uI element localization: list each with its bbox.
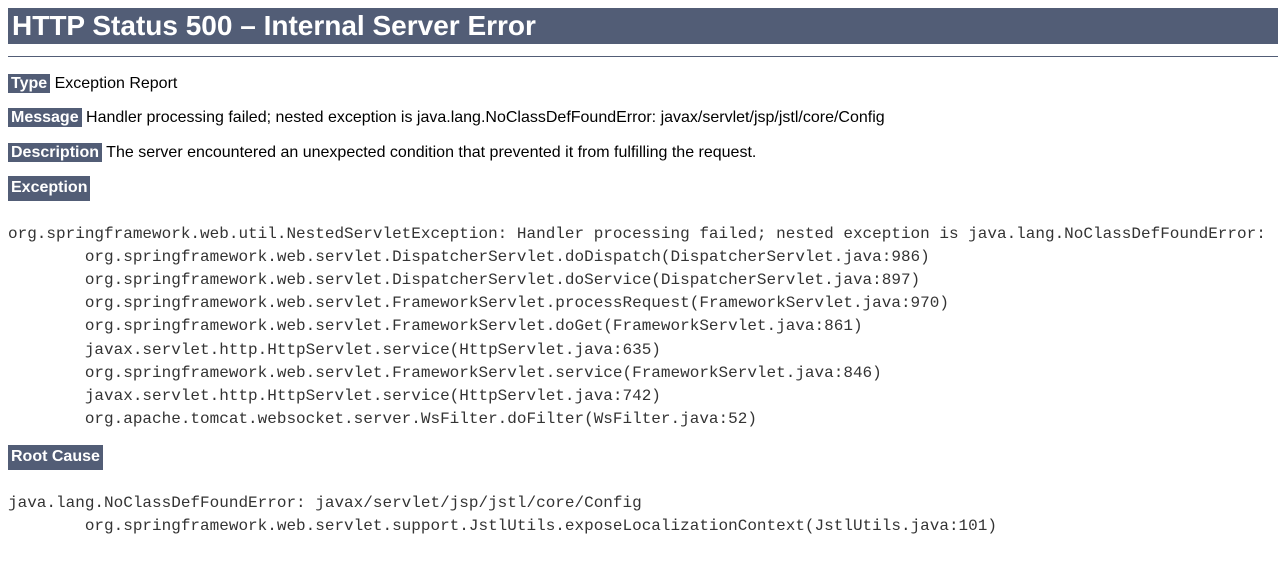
exception-label: Exception (8, 176, 90, 200)
description-row: Description The server encountered an un… (8, 142, 1278, 164)
type-value: Exception Report (55, 75, 178, 92)
message-label: Message (8, 108, 82, 127)
description-value: The server encountered an unexpected con… (106, 144, 756, 161)
page-title: HTTP Status 500 – Internal Server Error (8, 8, 1278, 44)
divider (8, 56, 1278, 57)
exception-section-header: Exception (8, 176, 1278, 210)
message-value: Handler processing failed; nested except… (86, 109, 885, 126)
type-label: Type (8, 74, 50, 93)
rootcause-stacktrace: java.lang.NoClassDefFoundError: javax/se… (8, 492, 1278, 538)
description-label: Description (8, 143, 102, 162)
exception-stacktrace: org.springframework.web.util.NestedServl… (8, 223, 1278, 432)
rootcause-section-header: Root Cause (8, 445, 1278, 479)
rootcause-label: Root Cause (8, 445, 103, 469)
type-row: Type Exception Report (8, 73, 1278, 95)
message-row: Message Handler processing failed; neste… (8, 107, 1278, 129)
